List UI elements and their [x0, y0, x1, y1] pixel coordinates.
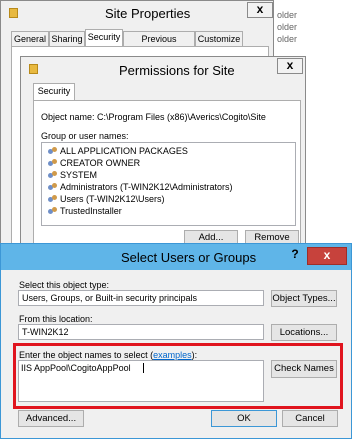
- enter-names-label: Enter the object names to select (exampl…: [19, 350, 197, 360]
- location-value: T-WIN2K12: [22, 327, 69, 337]
- dialog-title: Select Users or Groups: [121, 250, 257, 265]
- dialog-title: Site Properties: [105, 6, 191, 21]
- list-item[interactable]: CREATOR OWNER: [48, 158, 141, 168]
- text-cursor: [143, 363, 144, 373]
- help-button[interactable]: ?: [283, 247, 307, 263]
- ok-button[interactable]: OK: [211, 410, 277, 427]
- enter-names-suffix: ):: [191, 350, 198, 360]
- tab-security[interactable]: Security: [85, 29, 123, 46]
- object-types-button[interactable]: Object Types...: [271, 290, 337, 307]
- site-properties-title-bar[interactable]: Site Properties x: [1, 1, 273, 25]
- examples-link[interactable]: examples: [153, 350, 192, 360]
- tab-customize[interactable]: Customize: [195, 31, 243, 46]
- user-group-icon: [48, 207, 58, 216]
- list-item: older: [277, 34, 298, 44]
- list-item[interactable]: TrustedInstaller: [48, 206, 122, 216]
- user-group-icon: [48, 183, 58, 192]
- user-group-icon: [48, 171, 58, 180]
- object-type-field: Users, Groups, or Built-in security prin…: [18, 290, 264, 306]
- tab-security[interactable]: Security: [33, 83, 75, 100]
- list-item[interactable]: Users (T-WIN2K12\Users): [48, 194, 165, 204]
- user-group-icon: [48, 195, 58, 204]
- enter-names-text: Enter the object names to select (: [19, 350, 154, 360]
- cancel-button[interactable]: Cancel: [282, 410, 338, 427]
- advanced-button[interactable]: Advanced...: [18, 410, 84, 427]
- group-label: Group or user names:: [41, 131, 129, 141]
- permissions-title-bar[interactable]: Permissions for Site x: [21, 57, 305, 81]
- group-list[interactable]: ALL APPLICATION PACKAGES CREATOR OWNER S…: [41, 142, 296, 226]
- folder-icon: [29, 64, 38, 74]
- tab-general[interactable]: General: [11, 31, 49, 46]
- list-item[interactable]: ALL APPLICATION PACKAGES: [48, 146, 188, 156]
- user-group-icon: [48, 159, 58, 168]
- select-users-title-bar[interactable]: Select Users or Groups ? x: [1, 244, 351, 270]
- object-name-value: C:\Program Files (x86)\Averics\Cogito\Si…: [97, 112, 266, 122]
- location-label: From this location:: [19, 314, 93, 324]
- folder-icon: [9, 8, 18, 18]
- tab-previous-versions[interactable]: Previous Versions: [123, 31, 195, 58]
- list-item[interactable]: SYSTEM: [48, 170, 98, 180]
- tab-sharing[interactable]: Sharing: [49, 31, 85, 46]
- list-item: older: [277, 10, 298, 20]
- close-button[interactable]: x: [307, 247, 347, 265]
- list-item-label: Users (T-WIN2K12\Users): [60, 194, 165, 204]
- user-group-icon: [48, 147, 58, 156]
- check-names-button[interactable]: Check Names: [271, 360, 337, 378]
- dialog-title: Permissions for Site: [119, 63, 235, 78]
- background-list: older older older: [272, 0, 352, 60]
- locations-button[interactable]: Locations...: [271, 324, 337, 341]
- tab-strip: General Sharing Security Previous Versio…: [11, 29, 271, 58]
- object-type-label: Select this object type:: [19, 280, 110, 290]
- location-field: T-WIN2K12: [18, 324, 264, 340]
- object-name-label: Object name:: [41, 112, 95, 122]
- list-item-label: CREATOR OWNER: [60, 158, 141, 168]
- list-item-label: Administrators (T-WIN2K12\Administrators…: [60, 182, 233, 192]
- list-item: older: [277, 22, 298, 32]
- object-type-value: Users, Groups, or Built-in security prin…: [22, 293, 198, 303]
- object-names-value: IIS AppPool\CogitoAppPool: [21, 363, 131, 373]
- list-item-label: ALL APPLICATION PACKAGES: [60, 146, 188, 156]
- list-item-label: TrustedInstaller: [60, 206, 122, 216]
- list-item-label: SYSTEM: [60, 170, 98, 180]
- select-users-dialog: Select Users or Groups ? x Select this o…: [0, 243, 352, 439]
- close-button[interactable]: x: [247, 2, 273, 18]
- close-button[interactable]: x: [277, 58, 303, 74]
- list-item[interactable]: Administrators (T-WIN2K12\Administrators…: [48, 182, 233, 192]
- tab-strip: Security: [33, 83, 83, 101]
- object-names-input[interactable]: IIS AppPool\CogitoAppPool: [18, 360, 264, 402]
